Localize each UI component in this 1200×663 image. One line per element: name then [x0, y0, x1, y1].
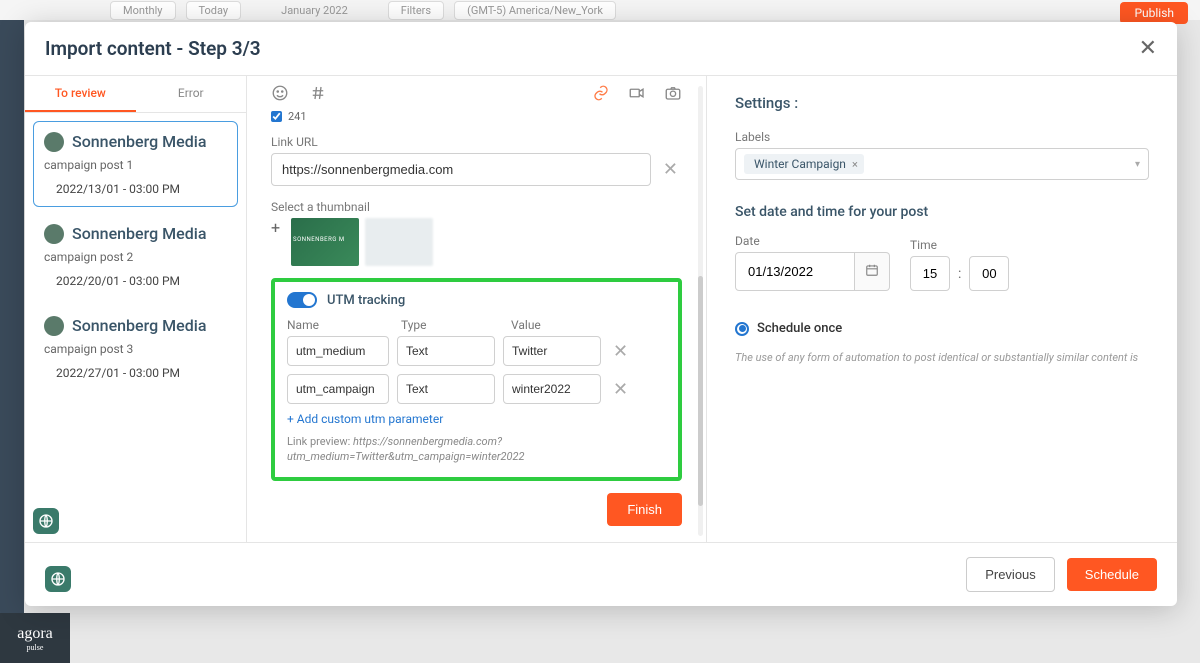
- post-card[interactable]: Sonnenberg Media campaign post 3 2022/27…: [33, 305, 238, 391]
- scrollbar-thumb[interactable]: [698, 276, 703, 506]
- modal-title: Import content - Step 3/3: [45, 37, 261, 60]
- post-card[interactable]: Sonnenberg Media campaign post 2 2022/20…: [33, 213, 238, 299]
- bg-today: Today: [186, 1, 242, 20]
- globe-badge-icon: [33, 508, 59, 534]
- automation-note: The use of any form of automation to pos…: [735, 350, 1149, 367]
- avatar: [44, 224, 64, 244]
- globe-badge-icon: [45, 566, 71, 592]
- post-subtitle: campaign post 3: [44, 342, 227, 356]
- labels-select[interactable]: Winter Campaign × ▾: [735, 148, 1149, 180]
- labels-label: Labels: [735, 130, 1149, 144]
- camera-icon[interactable]: [664, 84, 682, 102]
- schedule-once-option[interactable]: Schedule once: [735, 321, 1149, 336]
- remove-utm-icon[interactable]: ✕: [609, 341, 632, 362]
- label-chip: Winter Campaign ×: [744, 154, 864, 174]
- utm-type-select[interactable]: [397, 336, 495, 366]
- import-modal: Import content - Step 3/3 ✕ To review Er…: [25, 22, 1177, 606]
- post-date: 2022/20/01 - 03:00 PM: [44, 274, 227, 288]
- utm-toggle[interactable]: [287, 292, 317, 308]
- background-sidebar: [0, 20, 24, 663]
- video-icon[interactable]: [628, 84, 646, 102]
- utm-name-input[interactable]: [287, 336, 389, 366]
- bg-publish: Publish: [1120, 2, 1188, 24]
- review-tabs: To review Error: [25, 76, 246, 113]
- utm-row: ✕: [287, 336, 666, 366]
- post-list: Sonnenberg Media campaign post 1 2022/13…: [25, 113, 246, 492]
- date-input[interactable]: [735, 252, 855, 291]
- settings-heading: Settings :: [735, 94, 1149, 112]
- thumbnail[interactable]: [365, 218, 433, 266]
- radio-icon[interactable]: [735, 322, 749, 336]
- char-checkbox[interactable]: [271, 111, 282, 122]
- utm-title: UTM tracking: [327, 293, 405, 308]
- emoji-icon[interactable]: [271, 84, 289, 102]
- bg-filters: Filters: [388, 1, 444, 20]
- utm-col-value: Value: [511, 318, 541, 332]
- time-label: Time: [910, 238, 1009, 252]
- utm-preview: Link preview: https://sonnenbergmedia.co…: [287, 434, 666, 465]
- chevron-down-icon[interactable]: ▾: [1135, 159, 1140, 170]
- post-name: Sonnenberg Media: [72, 132, 206, 151]
- post-name: Sonnenberg Media: [72, 224, 206, 243]
- remove-utm-icon[interactable]: ✕: [609, 379, 632, 400]
- hashtag-icon[interactable]: [309, 84, 327, 102]
- post-date: 2022/27/01 - 03:00 PM: [44, 366, 227, 380]
- bg-monthly: Monthly: [110, 1, 176, 20]
- thumbnail-row: +: [271, 218, 682, 266]
- date-label: Date: [735, 234, 890, 248]
- schedule-once-label: Schedule once: [757, 321, 842, 336]
- avatar: [44, 316, 64, 336]
- add-thumbnail-icon[interactable]: +: [271, 218, 285, 266]
- review-panel: To review Error Sonnenberg Media campaig…: [25, 76, 247, 542]
- settings-panel: Settings : Labels Winter Campaign × ▾ Se…: [707, 76, 1177, 542]
- modal-footer: Previous Schedule: [25, 542, 1177, 606]
- utm-col-type: Type: [401, 318, 499, 332]
- brand-logo: agorapulse: [0, 613, 70, 663]
- calendar-icon[interactable]: [855, 252, 890, 291]
- minute-input[interactable]: [969, 256, 1009, 291]
- schedule-button[interactable]: Schedule: [1067, 558, 1157, 591]
- bg-month: January 2022: [281, 4, 348, 17]
- editor-toolbar: [271, 80, 682, 110]
- clear-link-icon[interactable]: ✕: [659, 159, 682, 180]
- thumbnail-label: Select a thumbnail: [271, 200, 682, 214]
- thumbnail[interactable]: [291, 218, 359, 266]
- link-url-label: Link URL: [271, 135, 682, 149]
- utm-type-select[interactable]: [397, 374, 495, 404]
- previous-button[interactable]: Previous: [966, 557, 1055, 592]
- utm-value-input[interactable]: [503, 374, 601, 404]
- editor-panel: 241 Link URL ✕ Select a thumbnail + UTM: [247, 76, 707, 542]
- post-card[interactable]: Sonnenberg Media campaign post 1 2022/13…: [33, 121, 238, 207]
- close-icon[interactable]: ✕: [1139, 36, 1157, 61]
- background-toolbar: Monthly Today January 2022 Filters (GMT-…: [0, 0, 1200, 20]
- post-name: Sonnenberg Media: [72, 316, 206, 335]
- char-count-row: 241: [271, 110, 682, 123]
- utm-col-name: Name: [287, 318, 389, 332]
- finish-button[interactable]: Finish: [607, 493, 682, 526]
- tab-error[interactable]: Error: [136, 76, 247, 112]
- utm-name-input[interactable]: [287, 374, 389, 404]
- remove-chip-icon[interactable]: ×: [852, 158, 858, 171]
- post-date: 2022/13/01 - 03:00 PM: [44, 182, 227, 196]
- link-url-input[interactable]: [271, 153, 651, 186]
- tab-to-review[interactable]: To review: [25, 76, 136, 112]
- modal-header: Import content - Step 3/3 ✕: [25, 22, 1177, 76]
- datetime-heading: Set date and time for your post: [735, 204, 1149, 220]
- utm-tracking-section: UTM tracking Name Type Value ✕: [271, 278, 682, 481]
- hour-input[interactable]: [910, 256, 950, 291]
- link-icon[interactable]: [592, 84, 610, 102]
- bg-tz: (GMT-5) America/New_York: [454, 1, 616, 20]
- time-colon: :: [958, 266, 961, 282]
- post-subtitle: campaign post 2: [44, 250, 227, 264]
- avatar: [44, 132, 64, 152]
- utm-row: ✕: [287, 374, 666, 404]
- char-count: 241: [288, 110, 307, 123]
- post-subtitle: campaign post 1: [44, 158, 227, 172]
- add-utm-link[interactable]: + Add custom utm parameter: [287, 412, 666, 426]
- utm-value-input[interactable]: [503, 336, 601, 366]
